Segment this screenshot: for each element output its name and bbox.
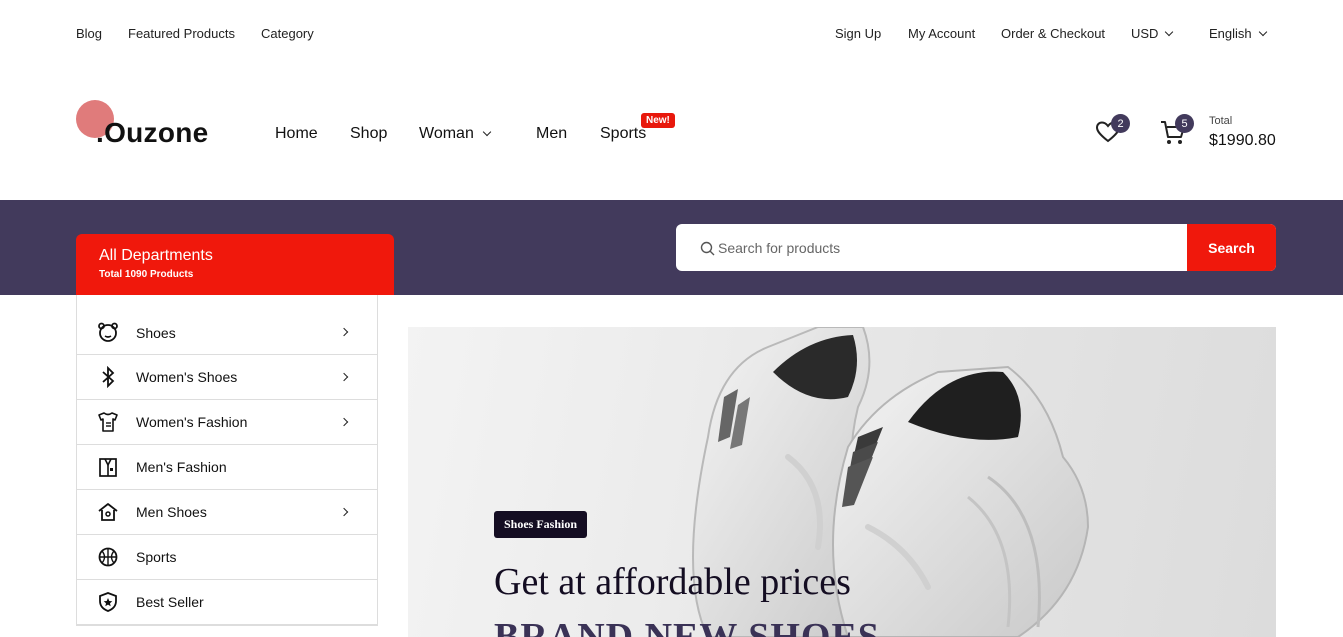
top-bar: Blog Featured Products Category Sign Up … [0, 0, 1343, 66]
chevron-down-icon [482, 127, 492, 137]
departments-title: All Departments [99, 247, 213, 264]
bluetooth-icon [97, 366, 119, 388]
all-departments-header[interactable]: All Departments Total 1090 Products [76, 234, 394, 295]
category-label: Sports [136, 549, 177, 565]
category-item-mens-fashion[interactable]: Men's Fashion [77, 445, 377, 490]
search-input[interactable] [718, 224, 1178, 271]
language-label: English [1209, 26, 1252, 41]
topbar-link-order-checkout[interactable]: Order & Checkout [1001, 26, 1105, 41]
chevron-down-icon [1165, 27, 1174, 37]
chevron-right-icon [339, 417, 349, 427]
bear-face-icon [97, 321, 119, 343]
departments-subtitle: Total 1090 Products [99, 269, 194, 280]
chevron-right-icon [339, 372, 349, 382]
nav-woman-label: Woman [419, 125, 474, 142]
chevron-down-icon [1258, 27, 1267, 37]
currency-label: USD [1131, 26, 1159, 41]
category-item-womens-fashion[interactable]: Women's Fashion [77, 400, 377, 445]
language-selector[interactable]: English [1209, 26, 1267, 41]
hero-title: Get at affordable prices [494, 561, 851, 603]
topbar-link-featured-products[interactable]: Featured Products [128, 26, 235, 41]
new-badge: New! [641, 113, 675, 128]
category-item-best-seller[interactable]: Best Seller [77, 580, 377, 625]
category-label: Women's Shoes [136, 369, 238, 385]
topbar-link-my-account[interactable]: My Account [908, 26, 975, 41]
currency-selector[interactable]: USD [1131, 26, 1174, 41]
category-label: Men Shoes [136, 504, 207, 520]
category-item-sports[interactable]: Sports [77, 535, 377, 580]
category-item-men-shoes[interactable]: Men Shoes [77, 490, 377, 535]
cart-count-badge: 5 [1175, 114, 1194, 133]
category-item-shoes[interactable]: Shoes [77, 295, 377, 355]
category-label: Men's Fashion [136, 459, 227, 475]
main-header: .Ouzone Home Shop Woman Men Sports New! … [0, 66, 1343, 200]
topbar-link-category[interactable]: Category [261, 26, 314, 41]
search-button[interactable]: Search [1187, 224, 1276, 271]
category-item-womens-shoes[interactable]: Women's Shoes [77, 355, 377, 400]
nav-men[interactable]: Men [536, 125, 567, 143]
search-icon [700, 241, 715, 256]
cart-total-value: $1990.80 [1209, 132, 1276, 149]
wishlist-count-badge: 2 [1111, 114, 1130, 133]
chevron-right-icon [339, 327, 349, 337]
chevron-right-icon [339, 507, 349, 517]
category-list: Shoes Women's Shoes Women's Fashion Men'… [76, 295, 378, 626]
jacket-icon [97, 456, 119, 478]
category-label: Best Seller [136, 594, 204, 610]
nav-shop[interactable]: Shop [350, 125, 387, 143]
shirt-icon [97, 411, 119, 433]
basketball-icon [97, 546, 119, 568]
category-label: Shoes [136, 325, 176, 341]
search-bar: Search [676, 224, 1276, 271]
nav-home[interactable]: Home [275, 125, 318, 143]
cart-total-label: Total [1209, 115, 1233, 127]
hero-banner: Shoes Fashion Get at affordable prices B… [408, 327, 1276, 637]
hero-tag: Shoes Fashion [494, 511, 588, 538]
category-label: Women's Fashion [136, 414, 248, 430]
home-icon [97, 501, 119, 523]
nav-woman[interactable]: Woman [419, 125, 492, 143]
nav-sports[interactable]: Sports [600, 125, 646, 143]
topbar-link-blog[interactable]: Blog [76, 26, 102, 41]
shield-star-icon [97, 591, 119, 613]
site-logo[interactable]: .Ouzone [96, 117, 209, 149]
topbar-link-sign-up[interactable]: Sign Up [835, 26, 881, 41]
hero-subtitle: BRAND NEW SHOES [494, 616, 880, 637]
